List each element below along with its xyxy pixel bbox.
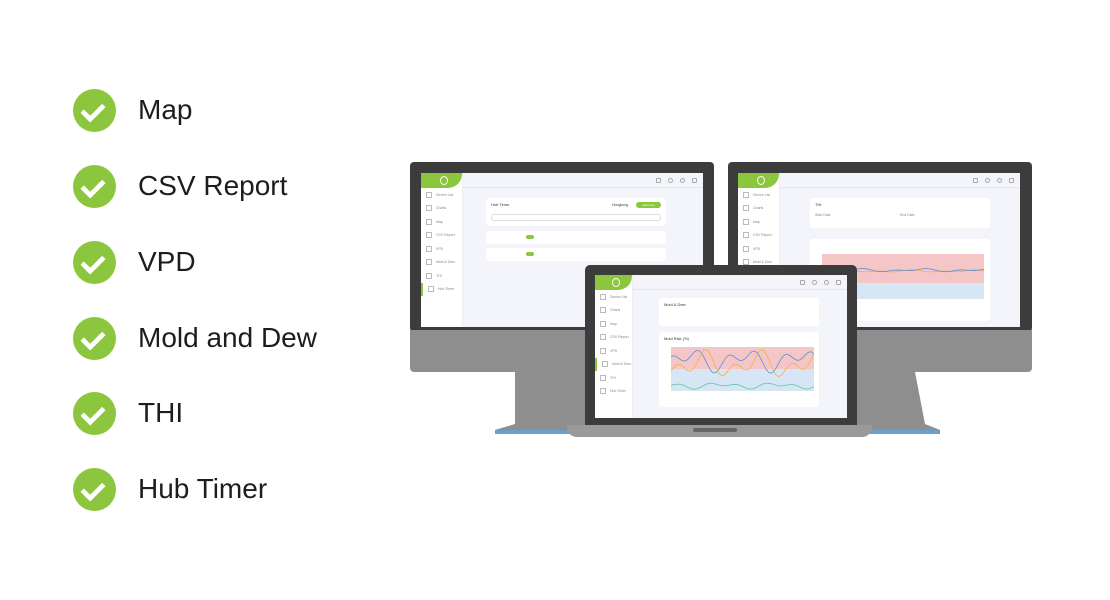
feature-label: THI bbox=[138, 397, 184, 428]
sidebar-item[interactable]: Device List bbox=[595, 290, 632, 304]
sidebar-icon bbox=[600, 307, 606, 314]
sidebar-icon bbox=[600, 293, 606, 300]
sidebar-icon bbox=[428, 286, 434, 293]
sidebar-icon bbox=[600, 374, 606, 381]
hub-timer-card: Hub Timer Hongkong Add timer bbox=[486, 198, 666, 226]
sidebar-icon bbox=[426, 191, 432, 198]
sidebar-item[interactable]: Hub Timer bbox=[421, 282, 462, 296]
sidebar-item[interactable]: CSV Report bbox=[595, 331, 632, 345]
settings-icon[interactable] bbox=[824, 280, 829, 285]
sidebar-icon bbox=[426, 232, 432, 239]
logout-icon[interactable] bbox=[800, 280, 805, 285]
settings-icon[interactable] bbox=[997, 178, 1002, 183]
mold-dew-card: Mold & Dew bbox=[659, 298, 819, 326]
location: Hongkong bbox=[612, 203, 628, 207]
feature-item: Hub Timer bbox=[73, 467, 267, 511]
sidebar-icon bbox=[743, 245, 749, 252]
sidebar-icon bbox=[743, 205, 749, 212]
sidebar-item[interactable]: CSV Report bbox=[738, 229, 779, 243]
sidebar-icon bbox=[602, 361, 608, 368]
sidebar-item[interactable]: VPD bbox=[738, 242, 779, 256]
sidebar-item[interactable]: Charts bbox=[595, 304, 632, 318]
battery-icon[interactable] bbox=[692, 178, 697, 183]
chart-title: Mold Risk (%) bbox=[664, 336, 689, 341]
logo-icon bbox=[595, 275, 632, 290]
logout-icon[interactable] bbox=[973, 178, 978, 183]
add-timer-button[interactable]: Add timer bbox=[636, 202, 661, 208]
feature-item: THI bbox=[73, 391, 183, 435]
check-circle-icon bbox=[73, 316, 116, 360]
check-circle-icon bbox=[73, 240, 116, 284]
sidebar-item[interactable]: VPD bbox=[421, 242, 462, 256]
sidebar: Device List Charts Map CSV Report VPD Mold & … bbox=[595, 275, 633, 418]
sidebar-icon bbox=[743, 191, 749, 198]
sidebar-item[interactable]: Map bbox=[421, 215, 462, 229]
mold-risk-chart-card: Mold Risk (%) bbox=[659, 332, 819, 407]
feature-label: Hub Timer bbox=[138, 473, 268, 504]
battery-icon[interactable] bbox=[836, 280, 841, 285]
feature-item: Map bbox=[73, 88, 192, 132]
sidebar-item[interactable]: Device List bbox=[738, 188, 779, 202]
sidebar-icon bbox=[426, 245, 432, 252]
user-icon[interactable] bbox=[668, 178, 673, 183]
sidebar-item[interactable]: CSV Report bbox=[421, 229, 462, 243]
feature-label: Mold and Dew bbox=[138, 322, 317, 353]
sidebar-item[interactable]: VPD bbox=[595, 344, 632, 358]
sidebar-icon bbox=[743, 232, 749, 239]
feature-label: Map bbox=[138, 94, 193, 125]
feature-item: CSV Report bbox=[73, 164, 287, 208]
timer-row[interactable] bbox=[486, 231, 666, 244]
sidebar-item[interactable]: THI bbox=[595, 371, 632, 385]
timer-toggle[interactable] bbox=[526, 252, 534, 256]
feature-label: CSV Report bbox=[138, 170, 288, 201]
timer-toggle[interactable] bbox=[526, 235, 534, 239]
feature-label: VPD bbox=[138, 246, 196, 277]
logo-icon bbox=[738, 173, 780, 188]
sidebar-icon bbox=[426, 205, 432, 212]
sidebar-item[interactable]: THI bbox=[421, 269, 462, 283]
check-circle-icon bbox=[73, 467, 116, 511]
logo-icon bbox=[421, 173, 463, 188]
check-circle-icon bbox=[73, 164, 116, 208]
sidebar-icon bbox=[600, 388, 606, 395]
sidebar-item[interactable]: Map bbox=[595, 317, 632, 331]
risk-chart bbox=[671, 347, 814, 391]
sidebar-item[interactable]: Charts bbox=[738, 202, 779, 216]
sidebar-item[interactable]: Hub Timer bbox=[595, 385, 632, 399]
date-card: THI Start Date End Date bbox=[810, 198, 990, 228]
sidebar-item[interactable]: Mold & Dew bbox=[421, 256, 462, 270]
sidebar-icon bbox=[426, 272, 432, 279]
sidebar-item[interactable]: Device List bbox=[421, 188, 462, 202]
page-title: Mold & Dew bbox=[664, 302, 686, 307]
settings-icon[interactable] bbox=[680, 178, 685, 183]
sidebar-icon bbox=[426, 218, 432, 225]
sidebar-item[interactable]: Charts bbox=[421, 202, 462, 216]
laptop-trackpad-notch bbox=[693, 428, 737, 432]
user-icon[interactable] bbox=[812, 280, 817, 285]
laptop-screen: Device List Charts Map CSV Report VPD Mold & … bbox=[595, 275, 847, 418]
start-date-label: Start Date bbox=[815, 213, 831, 217]
sidebar-icon bbox=[600, 320, 606, 327]
page-title: THI bbox=[815, 202, 822, 207]
sidebar: Device List Charts Map CSV Report VPD Mold & … bbox=[421, 173, 464, 327]
sidebar-item[interactable]: Map bbox=[738, 215, 779, 229]
timer-row[interactable] bbox=[486, 248, 666, 261]
user-icon[interactable] bbox=[985, 178, 990, 183]
logout-icon[interactable] bbox=[656, 178, 661, 183]
battery-icon[interactable] bbox=[1009, 178, 1014, 183]
sidebar-icon bbox=[426, 259, 432, 266]
sidebar-icon bbox=[600, 334, 606, 341]
end-date-label: End Date bbox=[900, 213, 915, 217]
sidebar-icon bbox=[743, 218, 749, 225]
sidebar-item[interactable]: Mold & Dew bbox=[595, 357, 632, 371]
check-circle-icon bbox=[73, 391, 116, 435]
feature-item: VPD bbox=[73, 240, 196, 284]
feature-item: Mold and Dew bbox=[73, 316, 317, 360]
sidebar-icon bbox=[600, 347, 606, 354]
check-circle-icon bbox=[73, 88, 116, 132]
